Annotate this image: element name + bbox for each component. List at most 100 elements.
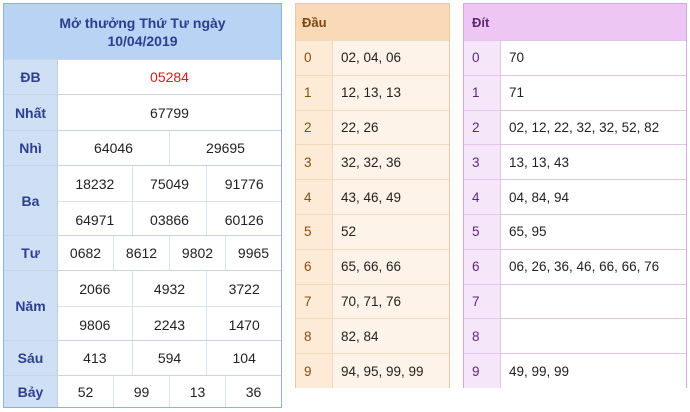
dit-key: 6 bbox=[472, 259, 480, 275]
prize-row-bay: Bảy 52 99 13 36 bbox=[4, 375, 281, 407]
results-table: Mở thưởng Thứ Tư ngày 10/04/2019 ĐB 0528… bbox=[3, 3, 282, 408]
results-header: Mở thưởng Thứ Tư ngày 10/04/2019 bbox=[4, 4, 281, 59]
dau-row: 9 94, 95, 99, 99 bbox=[296, 353, 449, 388]
prize-row-ba: Ba 18232 75049 91776 64971 03866 60126 bbox=[4, 165, 281, 237]
dit-values: 71 bbox=[500, 75, 686, 110]
prize-value: 03866 bbox=[131, 202, 207, 237]
dit-key: 5 bbox=[472, 224, 480, 240]
dit-key: 7 bbox=[472, 293, 480, 309]
dau-row: 4 43, 46, 49 bbox=[296, 179, 449, 214]
prize-row-db: ĐB 05284 bbox=[4, 59, 281, 94]
special-prize-value: 05284 bbox=[150, 69, 189, 85]
dau-key: 4 bbox=[304, 189, 312, 205]
prize-label: Tư bbox=[4, 236, 58, 270]
prize-label: Bảy bbox=[4, 376, 58, 407]
dau-key: 0 bbox=[304, 50, 312, 66]
prize-value: 29695 bbox=[169, 131, 281, 165]
dau-values: 22, 26 bbox=[332, 110, 449, 145]
results-date: 10/04/2019 bbox=[107, 32, 178, 49]
dit-values: 49, 99, 99 bbox=[500, 354, 686, 388]
dau-header: Đầu bbox=[296, 4, 449, 40]
prize-label: Sáu bbox=[4, 341, 58, 375]
prize-label: Nhì bbox=[4, 131, 58, 165]
dit-row: 7 bbox=[464, 283, 686, 319]
prize-value: 67799 bbox=[150, 104, 189, 121]
dit-values: 04, 84, 94 bbox=[500, 180, 686, 214]
dau-row: 6 65, 66, 66 bbox=[296, 248, 449, 284]
dau-values: 82, 84 bbox=[332, 319, 449, 354]
dau-values: 12, 13, 13 bbox=[332, 75, 449, 110]
prize-value: 4932 bbox=[131, 271, 207, 306]
dit-row: 8 bbox=[464, 318, 686, 354]
dau-key: 9 bbox=[304, 363, 312, 379]
dau-values: 43, 46, 49 bbox=[332, 180, 449, 214]
prize-value: 13 bbox=[169, 376, 225, 407]
dau-key: 2 bbox=[304, 119, 312, 135]
dit-values: 06, 26, 36, 46, 66, 66, 76 bbox=[500, 249, 686, 284]
dau-row: 2 22, 26 bbox=[296, 109, 449, 145]
dit-key: 1 bbox=[472, 85, 480, 101]
prize-row-nam: Năm 2066 4932 3722 9806 2243 1470 bbox=[4, 270, 281, 342]
dau-key: 8 bbox=[304, 328, 312, 344]
prize-value: 594 bbox=[131, 341, 207, 375]
dit-row: 3 13, 13, 43 bbox=[464, 144, 686, 180]
dit-row: 1 71 bbox=[464, 74, 686, 110]
dau-values: 94, 95, 99, 99 bbox=[332, 354, 449, 388]
prize-value: 36 bbox=[225, 376, 281, 407]
dit-values: 02, 12, 22, 32, 32, 52, 82 bbox=[500, 110, 686, 145]
dau-key: 5 bbox=[304, 224, 312, 240]
prize-value: 18232 bbox=[75, 175, 115, 192]
dau-row: 8 82, 84 bbox=[296, 318, 449, 354]
prize-value: 413 bbox=[83, 350, 107, 366]
dau-values: 02, 04, 06 bbox=[332, 41, 449, 75]
prize-value: 9806 bbox=[79, 316, 111, 333]
dau-key: 3 bbox=[304, 154, 312, 170]
dit-key: 0 bbox=[472, 50, 480, 66]
prize-value: 1470 bbox=[206, 307, 281, 342]
prize-value: 9802 bbox=[169, 236, 225, 270]
prize-label: ĐB bbox=[4, 60, 58, 94]
dau-row: 0 02, 04, 06 bbox=[296, 40, 449, 75]
dau-values: 65, 66, 66 bbox=[332, 249, 449, 284]
prize-row-sau: Sáu 413 594 104 bbox=[4, 340, 281, 375]
prize-value: 2066 bbox=[79, 280, 111, 297]
dau-row: 7 70, 71, 76 bbox=[296, 283, 449, 319]
prize-value: 104 bbox=[206, 341, 281, 375]
dit-values bbox=[500, 284, 686, 319]
dit-key: 8 bbox=[472, 328, 480, 344]
prize-value: 3722 bbox=[206, 271, 281, 306]
prize-value: 9965 bbox=[225, 236, 281, 270]
prize-row-nhat: Nhất 67799 bbox=[4, 94, 281, 130]
prize-label: Ba bbox=[4, 166, 58, 235]
prize-row-nhi: Nhì 64046 29695 bbox=[4, 130, 281, 165]
dit-values: 13, 13, 43 bbox=[500, 145, 686, 180]
dit-row: 9 49, 99, 99 bbox=[464, 353, 686, 388]
dit-key: 4 bbox=[472, 189, 480, 205]
prize-value: 52 bbox=[77, 383, 94, 400]
dit-row: 6 06, 26, 36, 46, 66, 66, 76 bbox=[464, 248, 686, 284]
dit-key: 3 bbox=[472, 154, 480, 170]
prize-label: Năm bbox=[4, 271, 58, 340]
dit-header: Đít bbox=[464, 4, 686, 40]
dau-row: 1 12, 13, 13 bbox=[296, 74, 449, 110]
dit-values bbox=[500, 319, 686, 354]
dit-values: 70 bbox=[500, 41, 686, 75]
dit-key: 9 bbox=[472, 363, 480, 379]
dau-row: 3 32, 32, 36 bbox=[296, 144, 449, 180]
dau-key: 6 bbox=[304, 259, 312, 275]
prize-value: 91776 bbox=[206, 166, 281, 201]
dit-row: 0 70 bbox=[464, 40, 686, 75]
dit-row: 5 65, 95 bbox=[464, 213, 686, 249]
prize-value: 8612 bbox=[113, 236, 169, 270]
prize-row-tu: Tư 0682 8612 9802 9965 bbox=[4, 235, 281, 270]
prize-value: 99 bbox=[113, 376, 169, 407]
prize-label: Nhất bbox=[4, 95, 58, 130]
prize-value: 2243 bbox=[131, 307, 207, 342]
dau-values: 70, 71, 76 bbox=[332, 284, 449, 319]
dau-key: 1 bbox=[304, 85, 312, 101]
prize-value: 64046 bbox=[94, 140, 133, 156]
dit-key: 2 bbox=[472, 119, 480, 135]
dau-table: Đầu 0 02, 04, 06 1 12, 13, 13 2 22, 26 3 32,… bbox=[295, 3, 450, 388]
dau-values: 52 bbox=[332, 214, 449, 249]
prize-value: 60126 bbox=[206, 202, 281, 237]
